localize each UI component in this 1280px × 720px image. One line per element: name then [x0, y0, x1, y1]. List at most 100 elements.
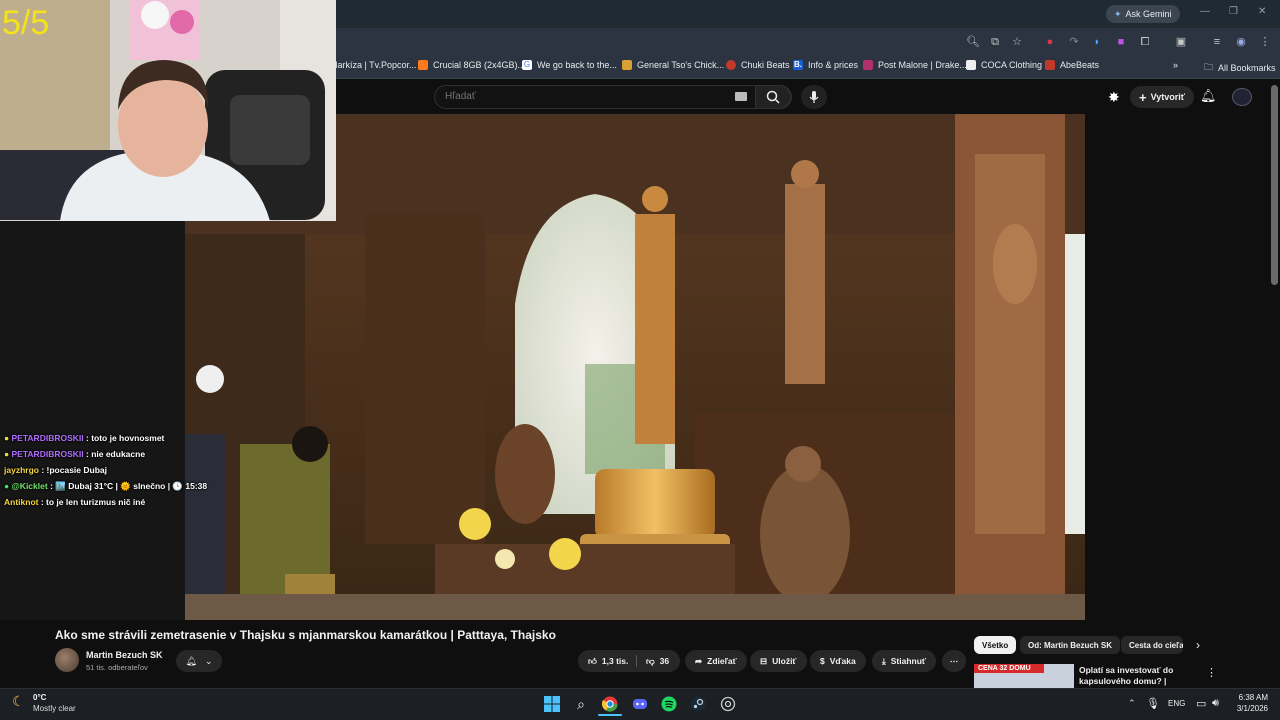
discord-icon[interactable]	[631, 695, 649, 713]
side-panel-icon[interactable]: ▣	[1174, 35, 1188, 49]
chat-username: @Kicklet	[11, 481, 48, 491]
weather-moon-icon[interactable]: ☾	[12, 693, 25, 710]
bookmark-item[interactable]: COCA Clothing	[966, 60, 1042, 70]
chat-username: PETARDIBROSKII	[11, 433, 84, 443]
extension-blue-icon[interactable]: ◗	[1090, 35, 1104, 49]
channel-name[interactable]: Martin Bezuch SK	[86, 650, 163, 660]
bookmark-item[interactable]: G We go back to the...	[522, 60, 617, 70]
language-indicator[interactable]: ENG	[1168, 699, 1185, 708]
bookmark-favicon-icon	[622, 60, 632, 70]
bookmark-favicon-icon	[966, 60, 976, 70]
extension-red-icon[interactable]: ●	[1043, 35, 1057, 49]
weather-description[interactable]: Mostly clear	[33, 704, 76, 713]
bookmark-favicon-icon	[1045, 60, 1055, 70]
chat-text: : toto je hovnosmet	[86, 433, 165, 443]
avatar[interactable]	[1232, 88, 1252, 106]
maximize-icon[interactable]: ❐	[1229, 6, 1238, 17]
close-icon[interactable]: ✕	[1258, 6, 1266, 17]
menu-kebab-icon[interactable]: ⋮	[1258, 35, 1272, 49]
video-title: Ako sme strávili zemetrasenie v Thajsku …	[55, 628, 556, 642]
install-app-icon[interactable]: ⧉	[988, 35, 1002, 49]
voice-search-button[interactable]	[801, 85, 827, 109]
save-button[interactable]: ⊟ Uložiť	[750, 650, 807, 672]
bookmark-item[interactable]: AbeBeats	[1045, 60, 1099, 70]
profile-avatar-icon[interactable]: ◉	[1234, 35, 1248, 49]
extension-gray-icon[interactable]: ↷	[1067, 35, 1081, 49]
extensions-puzzle-icon[interactable]: ⧠	[1138, 35, 1152, 49]
tray-overflow-icon[interactable]: ⌃	[1128, 698, 1136, 709]
minimize-icon[interactable]: —	[1200, 6, 1210, 17]
search-button[interactable]	[755, 85, 791, 109]
chat-username: Antiknot	[4, 497, 39, 507]
search-icon	[766, 90, 780, 104]
subscription-bell-button[interactable]: 🔔︎ ⌄	[176, 650, 222, 672]
keyboard-icon[interactable]	[735, 92, 747, 101]
clock-date[interactable]: 3/1/2026	[1232, 704, 1268, 713]
volume-icon[interactable]: 🔊︎	[1212, 697, 1219, 710]
reading-list-icon[interactable]: ≡	[1210, 35, 1224, 49]
clock-time[interactable]: 6:38 AM	[1236, 693, 1268, 702]
search-box[interactable]	[434, 85, 792, 109]
chips-next-chevron-icon[interactable]: ›	[1196, 638, 1200, 652]
video-letterbox-left	[0, 221, 185, 620]
zoom-icon[interactable]: 🔍︎	[966, 35, 980, 49]
like-count: 1,3 tis.	[601, 656, 629, 666]
recommended-menu-icon[interactable]: ⋮	[1206, 666, 1217, 679]
chevron-down-icon: ⌄	[204, 655, 213, 666]
chat-badge-icon: ●	[4, 449, 10, 459]
chat-text: : 🏙️ Dubaj 31°C | 🌞 slnečno | 🕒 15:38	[50, 481, 208, 491]
settings-gear-icon[interactable]: ✸	[1108, 89, 1120, 106]
bookmark-item[interactable]: Chuki Beats	[726, 60, 790, 70]
bookmarks-overflow-icon[interactable]: »	[1173, 60, 1178, 70]
chat-message: ● @Kicklet : 🏙️ Dubaj 31°C | 🌞 slnečno |…	[4, 478, 208, 494]
active-app-indicator	[598, 714, 622, 716]
bookmark-item[interactable]: Crucial 8GB (2x4GB)...	[418, 60, 525, 70]
share-button[interactable]: ➦ Zdieľať	[685, 650, 747, 672]
plus-icon: +	[1139, 89, 1147, 105]
weather-temp[interactable]: 0°C	[33, 693, 46, 702]
thumbnail-caption: CENA 32 DOMU	[974, 664, 1044, 673]
extension-purple-icon[interactable]: ■	[1114, 35, 1128, 49]
more-horizontal-icon: ⋯	[949, 655, 959, 666]
bookmark-item[interactable]: B. Info & prices	[793, 60, 858, 70]
webcam-streamer-image	[0, 0, 336, 221]
bell-icon: 🔔︎	[185, 655, 197, 666]
steam-icon[interactable]	[689, 695, 707, 713]
create-button[interactable]: + Vytvoriť	[1130, 86, 1195, 108]
create-label: Vytvoriť	[1150, 92, 1186, 102]
bookmark-star-icon[interactable]: ☆	[1010, 35, 1024, 49]
thanks-button[interactable]: $ Vďaka	[810, 650, 866, 672]
webcam-overlay	[0, 0, 336, 221]
bookmark-item[interactable]: General Tso's Chick...	[622, 60, 724, 70]
app-settings-icon[interactable]	[719, 695, 737, 713]
chat-username: PETARDIBROSKII	[11, 449, 84, 459]
like-button[interactable]: 👍︎ 1,3 tis.	[578, 650, 638, 672]
dislike-button[interactable]: 👎︎ 36	[636, 650, 679, 672]
spotify-icon[interactable]	[660, 695, 678, 713]
chat-message: ● PETARDIBROSKII : nie edukacne	[4, 446, 204, 462]
chip-all[interactable]: Všetko	[974, 636, 1017, 654]
bookmark-favicon-icon	[863, 60, 873, 70]
bookmark-item[interactable]: Markíza | Tv.Popcor...	[330, 60, 417, 70]
chrome-icon[interactable]	[601, 695, 619, 713]
tray-mic-icon[interactable]: 🎙︎	[1146, 697, 1160, 710]
page-scrollbar[interactable]	[1271, 85, 1278, 285]
taskbar-search-icon[interactable]: ⌕	[572, 695, 590, 713]
all-bookmarks-button[interactable]: 🗀 All Bookmarks	[1204, 60, 1276, 76]
chip-from-channel[interactable]: Od: Martin Bezuch SK	[1020, 636, 1121, 654]
share-icon: ➦	[695, 655, 703, 666]
windows-start-icon[interactable]	[543, 695, 561, 713]
chat-text: : to je len turizmus nič iné	[40, 497, 146, 507]
recommended-thumbnail[interactable]: CENA 32 DOMU	[974, 664, 1074, 688]
bookmark-favicon-icon	[726, 60, 736, 70]
ask-gemini-button[interactable]: ✦ Ask Gemini	[1106, 5, 1180, 23]
save-bookmark-icon: ⊟	[760, 655, 768, 666]
chip-related[interactable]: Cesta do cieľa	[1121, 636, 1183, 654]
network-icon[interactable]: ▭	[1196, 697, 1206, 710]
channel-avatar[interactable]	[55, 648, 79, 672]
search-input[interactable]	[445, 91, 735, 102]
more-actions-button[interactable]: ⋯	[942, 650, 966, 672]
notifications-bell-icon[interactable]: 🔔︎	[1200, 88, 1217, 104]
download-button[interactable]: ⤓ Stiahnuť	[872, 650, 937, 672]
bookmark-item[interactable]: Post Malone | Drake...	[863, 60, 967, 70]
